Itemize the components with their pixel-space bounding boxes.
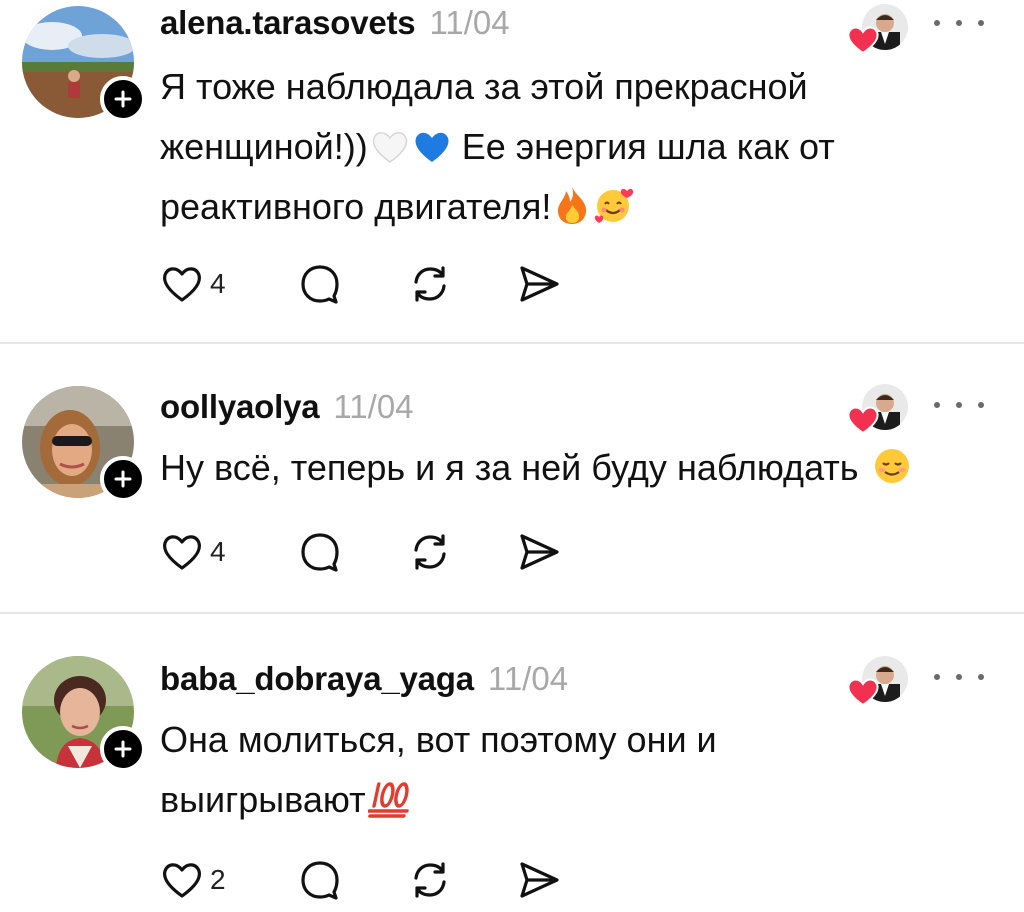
like-count: 4 xyxy=(210,536,226,567)
reply-button[interactable] xyxy=(298,528,342,576)
more-options-button[interactable] xyxy=(934,664,984,690)
reply-button[interactable] xyxy=(298,856,342,904)
repost-button[interactable] xyxy=(408,856,452,904)
send-icon xyxy=(520,862,559,898)
send-icon xyxy=(520,266,559,302)
like-button[interactable]: 4 xyxy=(160,260,226,308)
white-heart-icon xyxy=(372,132,407,163)
like-button[interactable]: 4 xyxy=(160,528,226,576)
repost-icon xyxy=(414,862,446,898)
comment-line: Ну всё, теперь и я за ней буду наблюдать xyxy=(160,438,960,498)
heart-outline-icon xyxy=(162,863,202,898)
avatar[interactable] xyxy=(22,656,146,772)
comment-line: Она молиться, вот поэтому они и xyxy=(160,719,717,760)
dot-icon xyxy=(978,674,984,680)
dot-icon xyxy=(934,674,940,680)
author-liked-indicator xyxy=(846,384,908,436)
dot-icon xyxy=(956,20,962,26)
speech-bubble-icon xyxy=(301,861,339,900)
follow-button[interactable] xyxy=(100,76,146,122)
dot-icon xyxy=(956,402,962,408)
repost-icon xyxy=(414,534,446,570)
follow-button[interactable] xyxy=(100,726,146,772)
comment-line: реактивного двигателя! xyxy=(160,177,960,237)
author-liked-indicator xyxy=(846,4,908,56)
comment-text: Она молиться, вот поэтому они и выигрыва… xyxy=(160,710,960,830)
send-icon xyxy=(520,534,559,570)
comment-meta: baba_dobraya_yaga 11/04 xyxy=(160,660,568,698)
divider xyxy=(0,612,1024,614)
avatar[interactable] xyxy=(22,386,146,502)
heart-outline-icon xyxy=(162,267,202,302)
heart-badge-icon xyxy=(847,406,879,435)
heart-badge-icon xyxy=(847,678,879,707)
comment-text-segment: выигрывают xyxy=(160,779,366,820)
comment-text: Я тоже наблюдала за этой прекрасной женщ… xyxy=(160,57,960,237)
dot-icon xyxy=(956,674,962,680)
blue-heart-icon xyxy=(415,132,449,162)
username[interactable]: baba_dobraya_yaga xyxy=(160,660,474,698)
share-button[interactable] xyxy=(516,856,562,904)
dot-icon xyxy=(934,402,940,408)
heart-outline-icon xyxy=(162,535,202,570)
hundred-points-icon xyxy=(367,782,409,818)
smiling-face-blush-icon xyxy=(874,449,909,483)
comment-line: женщиной!)) Ее энергия шла как от xyxy=(160,117,960,177)
like-count: 2 xyxy=(210,864,226,895)
like-count: 4 xyxy=(210,268,226,299)
dot-icon xyxy=(978,20,984,26)
dot-icon xyxy=(978,402,984,408)
like-button[interactable]: 2 xyxy=(160,856,226,904)
comment-line: Я тоже наблюдала за этой прекрасной xyxy=(160,66,808,107)
share-button[interactable] xyxy=(516,528,562,576)
action-bar: 4 xyxy=(160,528,620,576)
comment-meta: oollyaolya 11/04 xyxy=(160,388,414,426)
comment-line: выигрывают xyxy=(160,770,960,830)
speech-bubble-icon xyxy=(301,533,339,572)
comment-meta: alena.tarasovets 11/04 xyxy=(160,4,510,42)
share-button[interactable] xyxy=(516,260,562,308)
comment-text-segment: Ее энергия шла как от xyxy=(461,126,835,167)
divider xyxy=(0,342,1024,344)
action-bar: 4 xyxy=(160,260,620,308)
username[interactable]: alena.tarasovets xyxy=(160,4,416,42)
smiling-face-with-hearts-icon xyxy=(595,188,634,223)
comment-text-segment: Ну всё, теперь и я за ней буду наблюдать xyxy=(160,447,859,488)
author-liked-indicator xyxy=(846,656,908,708)
avatar[interactable] xyxy=(22,6,146,122)
timestamp: 11/04 xyxy=(487,660,569,697)
fire-icon xyxy=(558,187,587,224)
repost-button[interactable] xyxy=(408,528,452,576)
plus-icon xyxy=(114,90,132,108)
timestamp: 11/04 xyxy=(333,388,414,425)
heart-badge-icon xyxy=(847,26,879,55)
comment-text-segment: женщиной!)) xyxy=(160,126,368,167)
dot-icon xyxy=(934,20,940,26)
username[interactable]: oollyaolya xyxy=(160,388,320,426)
repost-button[interactable] xyxy=(408,260,452,308)
more-options-button[interactable] xyxy=(934,10,984,36)
more-options-button[interactable] xyxy=(934,392,984,418)
comment-text-segment: реактивного двигателя! xyxy=(160,186,552,227)
repost-icon xyxy=(414,266,446,302)
speech-bubble-icon xyxy=(301,265,339,304)
follow-button[interactable] xyxy=(100,456,146,502)
reply-button[interactable] xyxy=(298,260,342,308)
timestamp: 11/04 xyxy=(429,4,510,41)
plus-icon xyxy=(114,740,132,758)
action-bar: 2 xyxy=(160,856,620,904)
plus-icon xyxy=(114,470,132,488)
comment-text: Ну всё, теперь и я за ней буду наблюдать xyxy=(160,438,960,498)
